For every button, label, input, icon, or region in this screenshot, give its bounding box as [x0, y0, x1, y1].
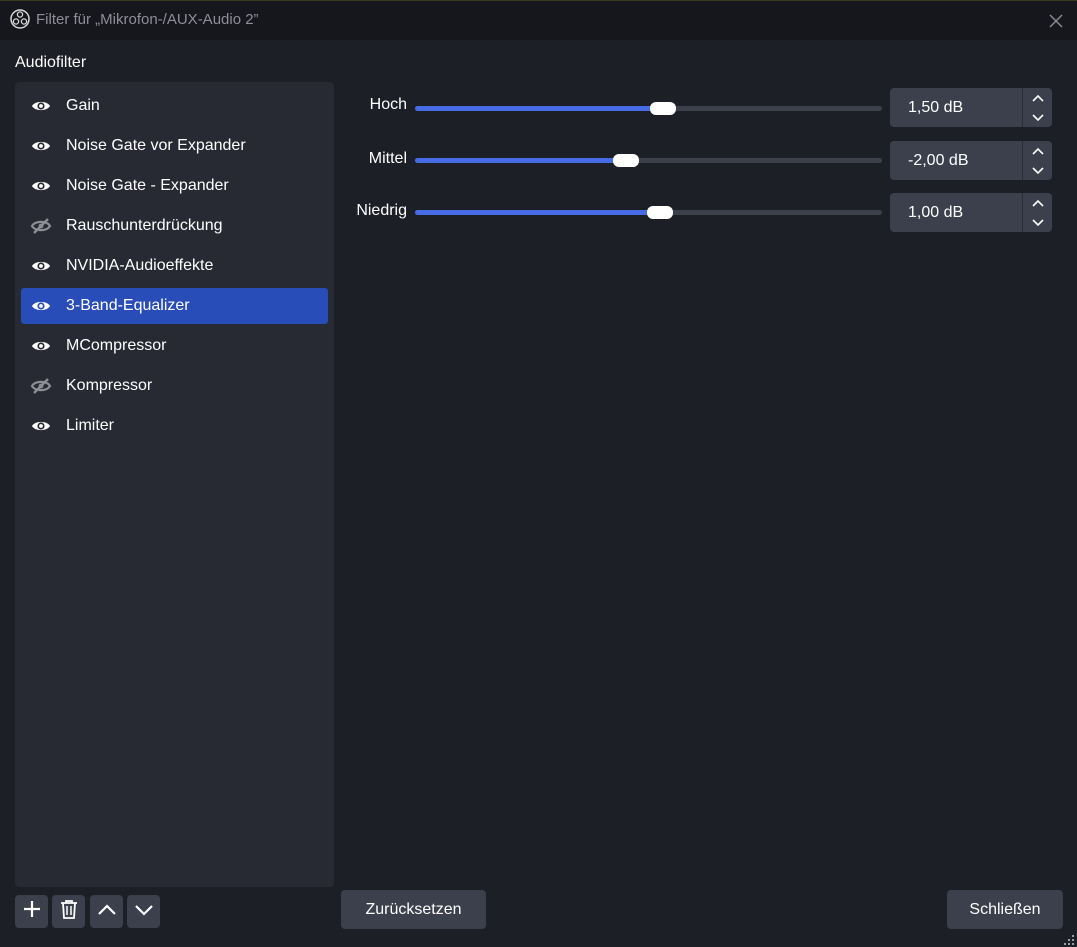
spinbox-mittel[interactable]: -2,00 dB: [890, 141, 1052, 180]
eye-icon[interactable]: [30, 416, 52, 436]
property-label-mittel: Mittel: [368, 150, 407, 167]
filter-item-limiter[interactable]: Limiter: [21, 408, 328, 444]
trash-icon: [60, 899, 78, 924]
move-filter-up-button[interactable]: [90, 895, 123, 928]
filter-label: Gain: [66, 97, 100, 114]
spinbox-value[interactable]: 1,00 dB: [908, 204, 963, 222]
reset-button[interactable]: Zurücksetzen: [341, 890, 486, 929]
eye-icon[interactable]: [30, 96, 52, 116]
title-bar: Filter für „Mikrofon-/AUX-Audio 2”: [0, 0, 1077, 40]
slider-hoch[interactable]: [415, 98, 882, 118]
filter-item-rauschunterdrueckung[interactable]: Rauschunterdrückung: [21, 208, 328, 244]
filter-label: 3-Band-Equalizer: [66, 297, 190, 314]
resize-grip-icon[interactable]: [1063, 933, 1075, 945]
filter-item-noise-gate-vor-expander[interactable]: Noise Gate vor Expander: [21, 128, 328, 164]
eye-icon[interactable]: [30, 336, 52, 356]
add-filter-button[interactable]: [15, 895, 48, 928]
eye-icon[interactable]: [30, 136, 52, 156]
filter-item-gain[interactable]: Gain: [21, 88, 328, 124]
close-button[interactable]: Schließen: [947, 890, 1063, 929]
filter-label: Noise Gate vor Expander: [66, 137, 246, 154]
obs-logo-icon: [10, 9, 30, 29]
slider-fill: [415, 106, 663, 111]
slider-fill: [415, 158, 627, 163]
spinbox-arrows: [1022, 88, 1052, 127]
chevron-up-icon: [97, 903, 116, 921]
spinbox-hoch[interactable]: 1,50 dB: [890, 88, 1052, 127]
eye-slash-icon[interactable]: [30, 216, 52, 236]
eye-icon[interactable]: [30, 296, 52, 316]
chevron-down-icon: [134, 903, 153, 921]
slider-handle[interactable]: [613, 154, 640, 167]
eye-icon[interactable]: [30, 176, 52, 196]
decrement-arrow-icon[interactable]: [1023, 161, 1052, 180]
eye-slash-icon[interactable]: [30, 376, 52, 396]
spinbox-arrows: [1022, 193, 1052, 232]
property-label-niedrig: Niedrig: [356, 202, 407, 219]
filter-label: MCompressor: [66, 337, 167, 354]
filter-label: Rauschunterdrückung: [66, 217, 223, 234]
filter-label: Noise Gate - Expander: [66, 177, 229, 194]
increment-arrow-icon[interactable]: [1023, 88, 1052, 107]
spinbox-arrows: [1022, 141, 1052, 180]
slider-fill: [415, 210, 660, 215]
filter-item-mcompressor[interactable]: MCompressor: [21, 328, 328, 364]
decrement-arrow-icon[interactable]: [1023, 213, 1052, 232]
filter-list[interactable]: Gain Noise Gate vor Expander Noise Gate …: [15, 82, 334, 887]
filter-item-nvidia-audioeffekte[interactable]: NVIDIA-Audioeffekte: [21, 248, 328, 284]
increment-arrow-icon[interactable]: [1023, 193, 1052, 212]
increment-arrow-icon[interactable]: [1023, 141, 1052, 160]
remove-filter-button[interactable]: [52, 895, 85, 928]
filter-label: Limiter: [66, 417, 115, 434]
slider-niedrig[interactable]: [415, 202, 882, 222]
property-label-hoch: Hoch: [369, 96, 407, 113]
eye-icon[interactable]: [30, 256, 52, 276]
filter-label: NVIDIA-Audioeffekte: [66, 257, 214, 274]
plus-icon: [23, 900, 41, 923]
filter-item-kompressor[interactable]: Kompressor: [21, 368, 328, 404]
filter-item-3-band-equalizer[interactable]: 3-Band-Equalizer: [21, 288, 328, 324]
move-filter-down-button[interactable]: [127, 895, 160, 928]
decrement-arrow-icon[interactable]: [1023, 108, 1052, 127]
slider-handle[interactable]: [646, 206, 673, 219]
audiofilter-label: Audiofilter: [15, 54, 87, 71]
spinbox-value[interactable]: 1,50 dB: [908, 99, 963, 117]
slider-handle[interactable]: [649, 102, 676, 115]
filter-label: Kompressor: [66, 377, 153, 394]
window-title: Filter für „Mikrofon-/AUX-Audio 2”: [36, 11, 259, 28]
spinbox-value[interactable]: -2,00 dB: [908, 152, 968, 170]
slider-mittel[interactable]: [415, 150, 882, 170]
close-window-icon[interactable]: [1044, 9, 1068, 33]
spinbox-niedrig[interactable]: 1,00 dB: [890, 193, 1052, 232]
filter-item-noise-gate-expander[interactable]: Noise Gate - Expander: [21, 168, 328, 204]
